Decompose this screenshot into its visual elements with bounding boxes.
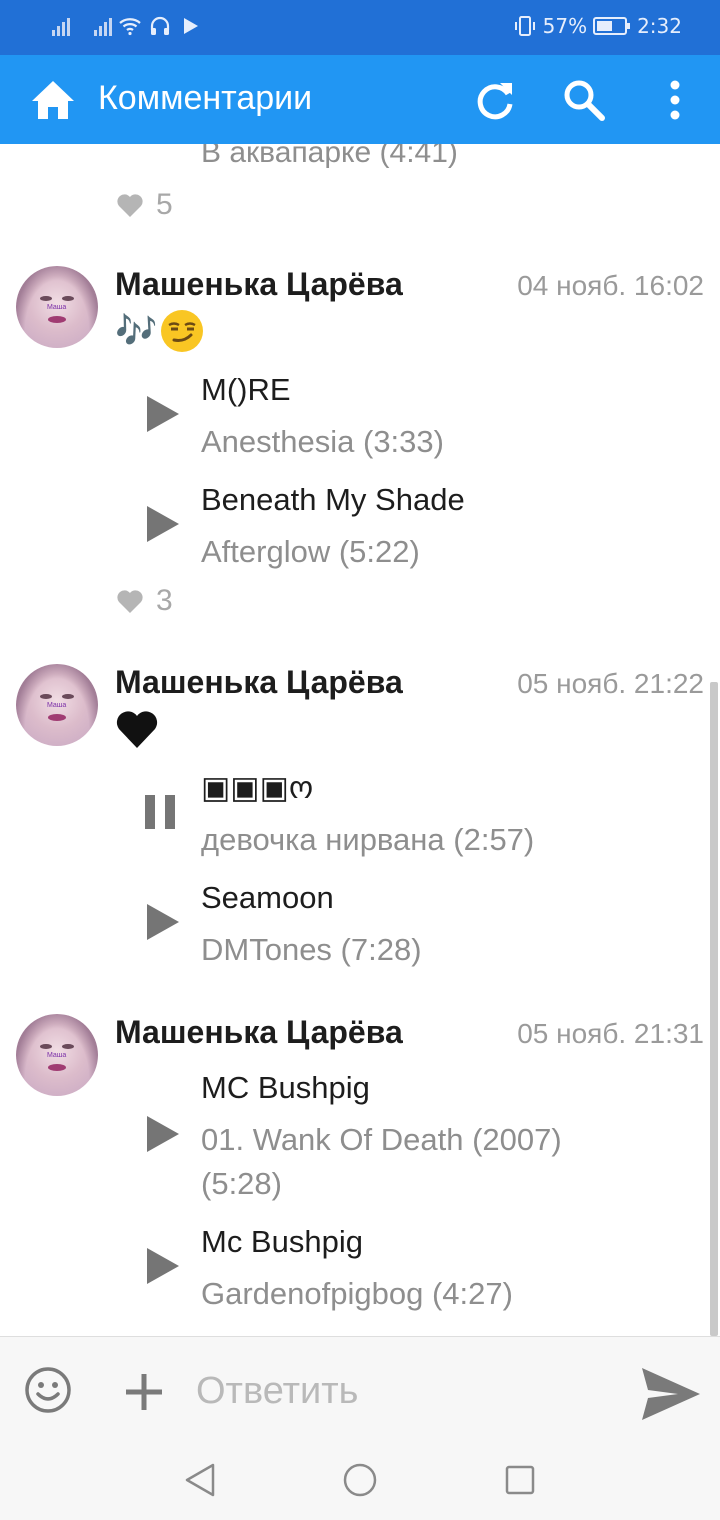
like-count: 5	[156, 188, 173, 221]
plus-icon[interactable]	[122, 1370, 166, 1414]
play-status-icon	[184, 18, 198, 34]
track-subtitle: Anesthesia (3:33)	[201, 424, 444, 459]
play-icon[interactable]	[145, 1246, 181, 1286]
heart-icon	[117, 590, 143, 613]
music-notes-emoji: 🎶	[115, 311, 158, 351]
status-icons-right: 57% 2:32	[513, 14, 682, 38]
avatar-eye	[40, 694, 52, 699]
track-title: M()RE	[201, 372, 291, 407]
avatar[interactable]: Маша	[16, 266, 98, 348]
avatar-lips	[48, 316, 66, 323]
status-icons-left	[52, 14, 202, 38]
like-count: 3	[156, 584, 173, 617]
partial-track-subtitle: В аквапарке (4:41)	[201, 144, 458, 169]
page-title: Комментарии	[98, 79, 313, 117]
smirk-emoji	[161, 310, 204, 352]
track-subtitle: DMTones (7:28)	[201, 932, 422, 967]
track-subtitle: Gardenofpigbog (4:27)	[201, 1276, 513, 1311]
emoji-icon[interactable]	[24, 1366, 72, 1414]
track-title: Beneath My Shade	[201, 482, 465, 517]
signal-icon-2	[94, 16, 112, 36]
recents-icon[interactable]	[504, 1464, 536, 1496]
comment-date: 05 нояб. 21:31	[517, 1018, 704, 1049]
comment-date: 04 нояб. 16:02	[517, 270, 704, 301]
wifi-icon	[119, 18, 141, 36]
pause-icon[interactable]	[145, 792, 181, 832]
track-subtitle: Afterglow (5:22)	[201, 534, 420, 569]
status-bar: 57% 2:32	[0, 0, 720, 55]
signal-icon	[52, 16, 70, 36]
send-icon[interactable]	[640, 1366, 702, 1422]
black-heart-emoji	[116, 711, 158, 748]
avatar-label: Маша	[47, 1052, 67, 1059]
comments-feed[interactable]: В аквапарке (4:41) 5 Маша Машенька Царёв…	[0, 144, 720, 1336]
avatar-eye	[62, 694, 74, 699]
headphones-icon	[150, 16, 170, 35]
avatar-eye	[62, 296, 74, 301]
track-subtitle: 01. Wank Of Death (2007) (5:28)	[201, 1122, 562, 1201]
avatar-lips	[48, 714, 66, 721]
battery-fill	[597, 21, 612, 31]
play-icon[interactable]	[145, 1114, 181, 1154]
play-icon[interactable]	[145, 394, 181, 434]
track-title: MC Bushpig	[201, 1070, 370, 1105]
like-button[interactable]: 3	[116, 584, 173, 618]
more-vert-icon[interactable]	[660, 77, 690, 123]
refresh-icon[interactable]	[472, 77, 518, 123]
track-title: Seamoon	[201, 880, 334, 915]
battery-icon	[593, 17, 631, 35]
scrollbar[interactable]	[710, 682, 718, 1336]
avatar-eye	[40, 1044, 52, 1049]
comment-author[interactable]: Машенька Царёва	[115, 266, 403, 303]
system-nav-bar	[0, 1440, 720, 1520]
back-icon[interactable]	[183, 1462, 217, 1498]
play-icon[interactable]	[145, 504, 181, 544]
home-icon[interactable]	[28, 77, 78, 123]
app-bar: Комментарии	[0, 55, 720, 144]
avatar-label: Маша	[47, 702, 67, 709]
track-title: Mc Bushpig	[201, 1224, 363, 1259]
clock: 2:32	[637, 14, 682, 38]
avatar-label: Маша	[47, 304, 67, 311]
avatar-eye	[62, 1044, 74, 1049]
reply-bar	[0, 1336, 720, 1440]
like-button[interactable]: 5	[116, 188, 173, 222]
avatar[interactable]: Маша	[16, 1014, 98, 1096]
reply-input[interactable]	[196, 1363, 616, 1419]
avatar-eye	[40, 296, 52, 301]
battery-percent: 57%	[542, 14, 588, 38]
comment-text	[115, 706, 159, 752]
avatar[interactable]: Маша	[16, 664, 98, 746]
comment-date: 05 нояб. 21:22	[517, 668, 704, 699]
track-subtitle: девочка нирвана (2:57)	[201, 822, 535, 857]
play-icon[interactable]	[145, 902, 181, 942]
comment-text: 🎶	[115, 308, 205, 354]
vibrate-icon	[514, 16, 535, 36]
home-nav-icon[interactable]	[342, 1462, 378, 1498]
avatar-lips	[48, 1064, 66, 1071]
search-icon[interactable]	[560, 77, 610, 123]
track-title: ▣▣▣ო	[201, 770, 314, 805]
comment-author[interactable]: Машенька Царёва	[115, 664, 403, 701]
comment-author[interactable]: Машенька Царёва	[115, 1014, 403, 1051]
heart-icon	[117, 194, 143, 217]
